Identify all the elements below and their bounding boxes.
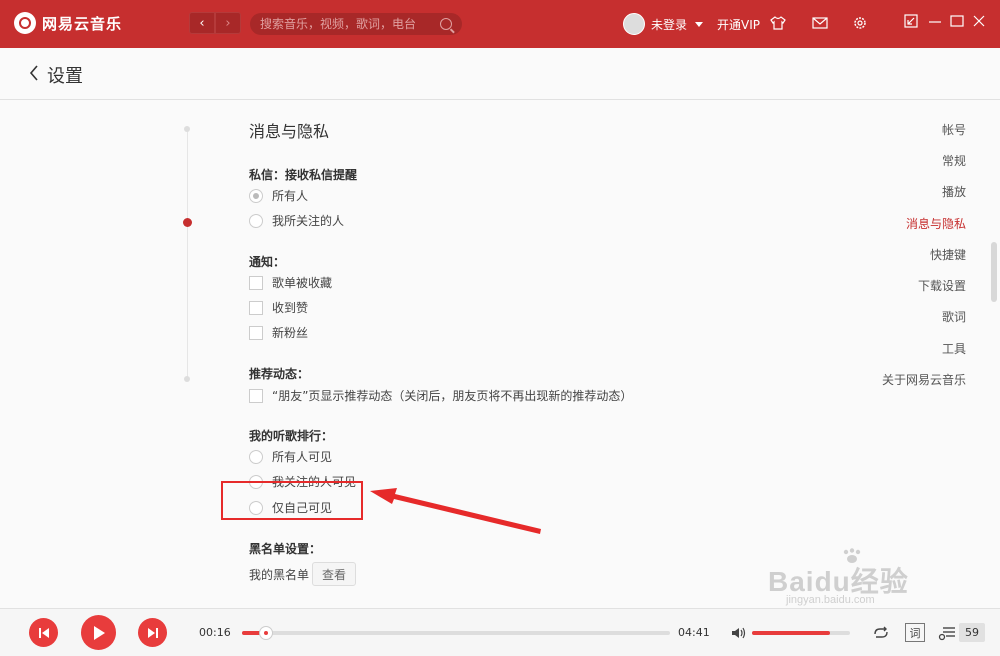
checkbox[interactable]	[249, 325, 263, 340]
option-label: 所有人可见	[272, 450, 333, 464]
radio-button[interactable]	[249, 449, 263, 464]
skip-next-icon	[147, 627, 158, 638]
search-input[interactable]	[260, 17, 440, 31]
option-label: 所有人	[272, 189, 309, 203]
gear-icon[interactable]	[852, 15, 868, 31]
page-title: 设置	[47, 66, 83, 87]
annotation-highlight-box	[221, 481, 363, 520]
chevron-left-icon: ‹	[199, 15, 205, 31]
sidebar-item-about[interactable]: 关于网易云音乐	[882, 371, 966, 388]
blacklist-title: 黑名单设置：	[249, 542, 322, 556]
sidebar-item-account[interactable]: 帐号	[942, 121, 966, 138]
playlist-count-badge[interactable]: 59	[959, 623, 985, 642]
sidebar-dot	[184, 126, 190, 132]
option-label: 新粉丝	[272, 326, 309, 340]
chevron-right-icon: ›	[225, 15, 231, 31]
option-label: 歌单被收藏	[272, 276, 333, 290]
minimize-icon[interactable]	[928, 14, 942, 32]
sidebar-item-privacy[interactable]: 消息与隐私	[906, 215, 966, 232]
progress-knob[interactable]	[259, 626, 274, 640]
radio-option-following[interactable]: 我所关注的人	[249, 212, 344, 229]
back-nav-button[interactable]: ‹	[189, 12, 215, 34]
sidebar-item-lyrics[interactable]: 歌词	[942, 308, 966, 325]
avatar[interactable]	[623, 13, 645, 35]
option-label: 我所关注的人	[272, 214, 345, 228]
volume-icon[interactable]	[731, 626, 747, 644]
option-label: 收到赞	[272, 301, 309, 315]
sidebar-dot	[184, 376, 190, 382]
watermark-url: jingyan.baidu.com	[786, 594, 875, 606]
sidebar-item-tools[interactable]: 工具	[942, 340, 966, 357]
section-title: 消息与隐私	[249, 122, 330, 141]
sidebar-timeline	[187, 130, 188, 380]
app-name: 网易云音乐	[42, 14, 123, 33]
view-blacklist-button[interactable]: 查看	[312, 562, 356, 586]
title-bar: 网易云音乐 ‹ › 未登录 开通VIP	[0, 0, 1000, 48]
repeat-icon[interactable]	[872, 625, 890, 645]
search-box	[250, 13, 462, 35]
private-message-title: 私信：接收私信提醒	[249, 168, 358, 182]
netease-logo-icon	[14, 12, 36, 34]
sidebar-item-playback[interactable]: 播放	[942, 183, 966, 200]
play-button[interactable]	[81, 615, 116, 650]
maximize-icon[interactable]	[950, 14, 964, 32]
mail-icon[interactable]	[812, 15, 828, 31]
close-icon[interactable]	[972, 14, 986, 32]
volume-slider[interactable]	[752, 631, 850, 635]
caret-down-icon[interactable]	[695, 21, 704, 27]
app-logo[interactable]: 网易云音乐	[14, 12, 122, 34]
volume-fill	[752, 631, 831, 635]
next-track-button[interactable]	[138, 618, 167, 647]
sidebar-active-dot	[183, 218, 192, 227]
mini-mode-icon[interactable]	[904, 14, 918, 32]
play-icon	[93, 625, 105, 640]
sidebar-item-shortcuts[interactable]: 快捷键	[930, 246, 966, 263]
user-menu[interactable]: 未登录	[623, 13, 704, 35]
radio-option-everyone[interactable]: 所有人	[249, 187, 308, 204]
total-time: 04:41	[678, 626, 710, 639]
ranking-title: 我的听歌排行：	[249, 429, 334, 443]
checkbox-new-followers[interactable]: 新粉丝	[249, 324, 308, 341]
user-name[interactable]: 未登录	[651, 16, 687, 33]
recommend-title: 推荐动态：	[249, 367, 310, 381]
checkbox[interactable]	[249, 388, 263, 403]
forward-nav-button[interactable]: ›	[215, 12, 241, 34]
sidebar-item-download[interactable]: 下载设置	[918, 277, 966, 294]
radio-button[interactable]	[249, 213, 263, 228]
skin-icon[interactable]	[770, 15, 786, 31]
settings-header: 设置	[0, 48, 1000, 100]
checkbox-playlist-collected[interactable]: 歌单被收藏	[249, 274, 332, 291]
playlist-icon[interactable]	[938, 625, 956, 645]
current-time: 00:16	[199, 626, 231, 639]
notify-title: 通知：	[249, 255, 286, 269]
vip-button[interactable]: 开通VIP	[717, 16, 760, 33]
baidu-watermark: Baidu经验 jingyan.baidu.com	[768, 548, 948, 610]
history-nav: ‹ ›	[189, 12, 241, 34]
previous-track-button[interactable]	[29, 618, 58, 647]
lyrics-button[interactable]: 词	[905, 623, 925, 642]
chevron-left-icon[interactable]	[28, 63, 40, 88]
sidebar-item-general[interactable]: 常规	[942, 152, 966, 169]
checkbox-recommend-feed[interactable]: “朋友”页显示推荐动态（关闭后，朋友页将不再出现新的推荐动态）	[249, 387, 632, 404]
checkbox[interactable]	[249, 275, 263, 290]
radio-button[interactable]	[249, 188, 263, 203]
option-label: “朋友”页显示推荐动态（关闭后，朋友页将不再出现新的推荐动态）	[272, 389, 633, 403]
skip-previous-icon	[38, 627, 49, 638]
checkbox[interactable]	[249, 300, 263, 315]
scrollbar-thumb[interactable]	[991, 242, 997, 302]
progress-bar[interactable]	[242, 626, 670, 640]
player-bar: 00:16 04:41 词 59	[0, 608, 1000, 656]
checkbox-likes[interactable]: 收到赞	[249, 299, 308, 316]
blacklist-label: 我的黑名单	[249, 568, 310, 582]
radio-option-ranking-everyone[interactable]: 所有人可见	[249, 448, 332, 465]
search-icon[interactable]	[440, 18, 452, 30]
